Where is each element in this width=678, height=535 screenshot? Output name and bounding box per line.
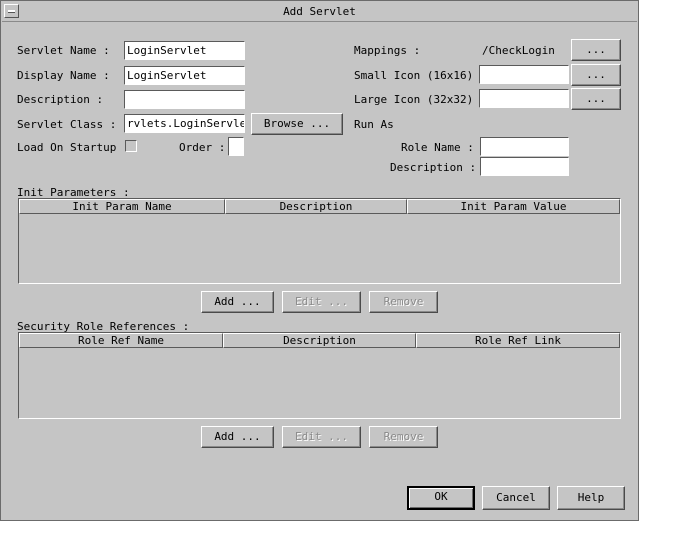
role-ref-edit-label: Edit ... [295, 430, 348, 443]
run-as-description-label: Description : [390, 161, 477, 174]
security-role-references-table[interactable]: Role Ref Name Description Role Ref Link [18, 332, 621, 419]
mappings-label: Mappings : [354, 44, 421, 57]
role-ref-add-label: Add ... [214, 430, 261, 443]
role-ref-remove-button[interactable]: Remove [369, 426, 438, 448]
order-input[interactable] [228, 137, 244, 156]
small-icon-browse-label: ... [586, 68, 606, 81]
window-title: Add Servlet [283, 5, 356, 18]
ok-button-label: OK [434, 490, 448, 503]
init-param-edit-label: Edit ... [295, 295, 348, 308]
init-param-remove-button[interactable]: Remove [369, 291, 438, 313]
servlet-name-input[interactable]: LoginServlet [124, 41, 245, 60]
large-icon-browse-label: ... [586, 92, 606, 105]
role-name-input[interactable] [480, 137, 569, 156]
title-bar[interactable]: Add Servlet [2, 2, 637, 22]
column-header-init-param-name[interactable]: Init Param Name [19, 199, 225, 214]
display-name-input[interactable]: LoginServlet [124, 66, 245, 85]
column-header-init-param-value[interactable]: Init Param Value [407, 199, 620, 214]
column-header-description[interactable]: Description [225, 199, 407, 214]
role-ref-edit-button[interactable]: Edit ... [282, 426, 361, 448]
large-icon-input[interactable] [479, 89, 569, 108]
small-icon-label: Small Icon (16x16) : [354, 69, 487, 82]
help-button[interactable]: Help [557, 486, 625, 510]
load-on-startup-checkbox[interactable] [125, 140, 137, 152]
browse-button[interactable]: Browse ... [251, 113, 343, 135]
role-name-label: Role Name : [401, 141, 474, 154]
display-name-label: Display Name : [17, 69, 110, 82]
small-icon-browse-button[interactable]: ... [571, 64, 621, 86]
browse-button-label: Browse ... [263, 117, 331, 130]
small-icon-input[interactable] [479, 65, 569, 84]
mappings-value: /CheckLogin [479, 41, 569, 60]
security-role-references-header: Role Ref Name Description Role Ref Link [19, 333, 620, 348]
column-header-role-ref-description[interactable]: Description [223, 333, 416, 348]
servlet-name-label: Servlet Name : [17, 44, 110, 57]
cancel-button[interactable]: Cancel [482, 486, 550, 510]
init-param-add-button[interactable]: Add ... [201, 291, 274, 313]
init-param-remove-label: Remove [383, 295, 424, 308]
ok-button[interactable]: OK [407, 486, 475, 510]
init-param-add-label: Add ... [214, 295, 261, 308]
large-icon-browse-button[interactable]: ... [571, 88, 621, 110]
init-parameters-header: Init Param Name Description Init Param V… [19, 199, 620, 214]
column-header-role-ref-name[interactable]: Role Ref Name [19, 333, 223, 348]
cancel-button-label: Cancel [496, 491, 536, 504]
servlet-class-input[interactable]: rvlets.LoginServlet [124, 114, 245, 133]
description-input[interactable] [124, 90, 245, 109]
description-label: Description : [17, 93, 104, 106]
init-param-edit-button[interactable]: Edit ... [282, 291, 361, 313]
mappings-browse-button[interactable]: ... [571, 39, 621, 61]
large-icon-label: Large Icon (32x32) : [354, 93, 487, 106]
mappings-browse-label: ... [586, 43, 606, 56]
role-ref-remove-label: Remove [383, 430, 424, 443]
init-parameters-table[interactable]: Init Param Name Description Init Param V… [18, 198, 621, 284]
load-on-startup-label: Load On Startup : [17, 141, 130, 154]
run-as-description-input[interactable] [480, 157, 569, 176]
add-servlet-dialog: Add Servlet Servlet Name : LoginServlet … [0, 0, 639, 521]
servlet-class-label: Servlet Class : [17, 118, 117, 131]
help-button-label: Help [577, 491, 605, 504]
run-as-label: Run As [354, 118, 394, 131]
role-ref-add-button[interactable]: Add ... [201, 426, 274, 448]
column-header-role-ref-link[interactable]: Role Ref Link [416, 333, 620, 348]
order-label: Order : [179, 141, 226, 154]
